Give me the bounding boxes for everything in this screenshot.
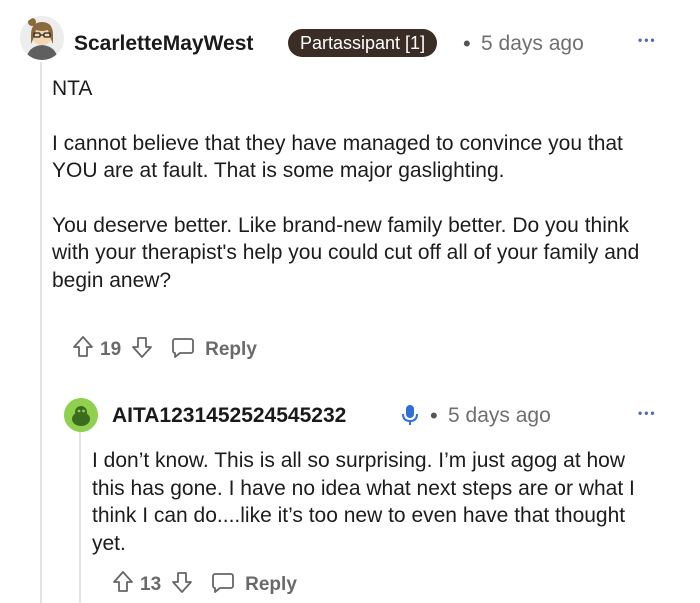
reply-timestamp[interactable]: 5 days ago bbox=[448, 404, 551, 428]
user-flair-badge: Partassipant [1] bbox=[288, 29, 438, 57]
speech-bubble-icon[interactable] bbox=[171, 335, 195, 365]
comment-paragraph: NTA bbox=[52, 77, 93, 100]
reply-username[interactable]: AITA1231452524545232 bbox=[112, 404, 346, 428]
arrow-down-icon[interactable] bbox=[131, 335, 153, 365]
reply-button[interactable]: Reply bbox=[205, 339, 257, 361]
comment-paragraph: You deserve better. Like brand-new famil… bbox=[52, 213, 640, 292]
reply-user-avatar[interactable] bbox=[64, 398, 98, 432]
reply-more-options-button[interactable]: ••• bbox=[638, 406, 657, 420]
comment-username[interactable]: ScarletteMayWest bbox=[74, 32, 253, 56]
reply-body: I don’t know. This is all so surprising.… bbox=[92, 449, 635, 556]
arrow-up-icon[interactable] bbox=[72, 335, 94, 365]
vote-count: 19 bbox=[100, 339, 122, 360]
microphone-icon bbox=[401, 403, 419, 432]
separator-dot: • bbox=[463, 31, 471, 56]
comment-body: NTA I cannot believe that they have mana… bbox=[52, 75, 662, 321]
arrow-up-icon[interactable] bbox=[112, 570, 134, 600]
thread-line-main[interactable] bbox=[40, 62, 42, 603]
arrow-down-icon[interactable] bbox=[171, 570, 193, 600]
thread-line-reply[interactable] bbox=[79, 432, 81, 603]
vote-count: 13 bbox=[140, 574, 162, 595]
user-avatar[interactable] bbox=[20, 16, 64, 60]
comment-actions: 19 Reply bbox=[72, 335, 257, 365]
speech-bubble-icon[interactable] bbox=[211, 570, 235, 600]
reply-button[interactable]: Reply bbox=[245, 574, 297, 596]
reply-actions: 13 Reply bbox=[112, 570, 297, 600]
separator-dot: • bbox=[430, 403, 438, 428]
comment-paragraph: I cannot believe that they have managed … bbox=[52, 131, 623, 183]
comment-timestamp[interactable]: 5 days ago bbox=[481, 32, 584, 56]
more-options-button[interactable]: ••• bbox=[638, 33, 657, 47]
